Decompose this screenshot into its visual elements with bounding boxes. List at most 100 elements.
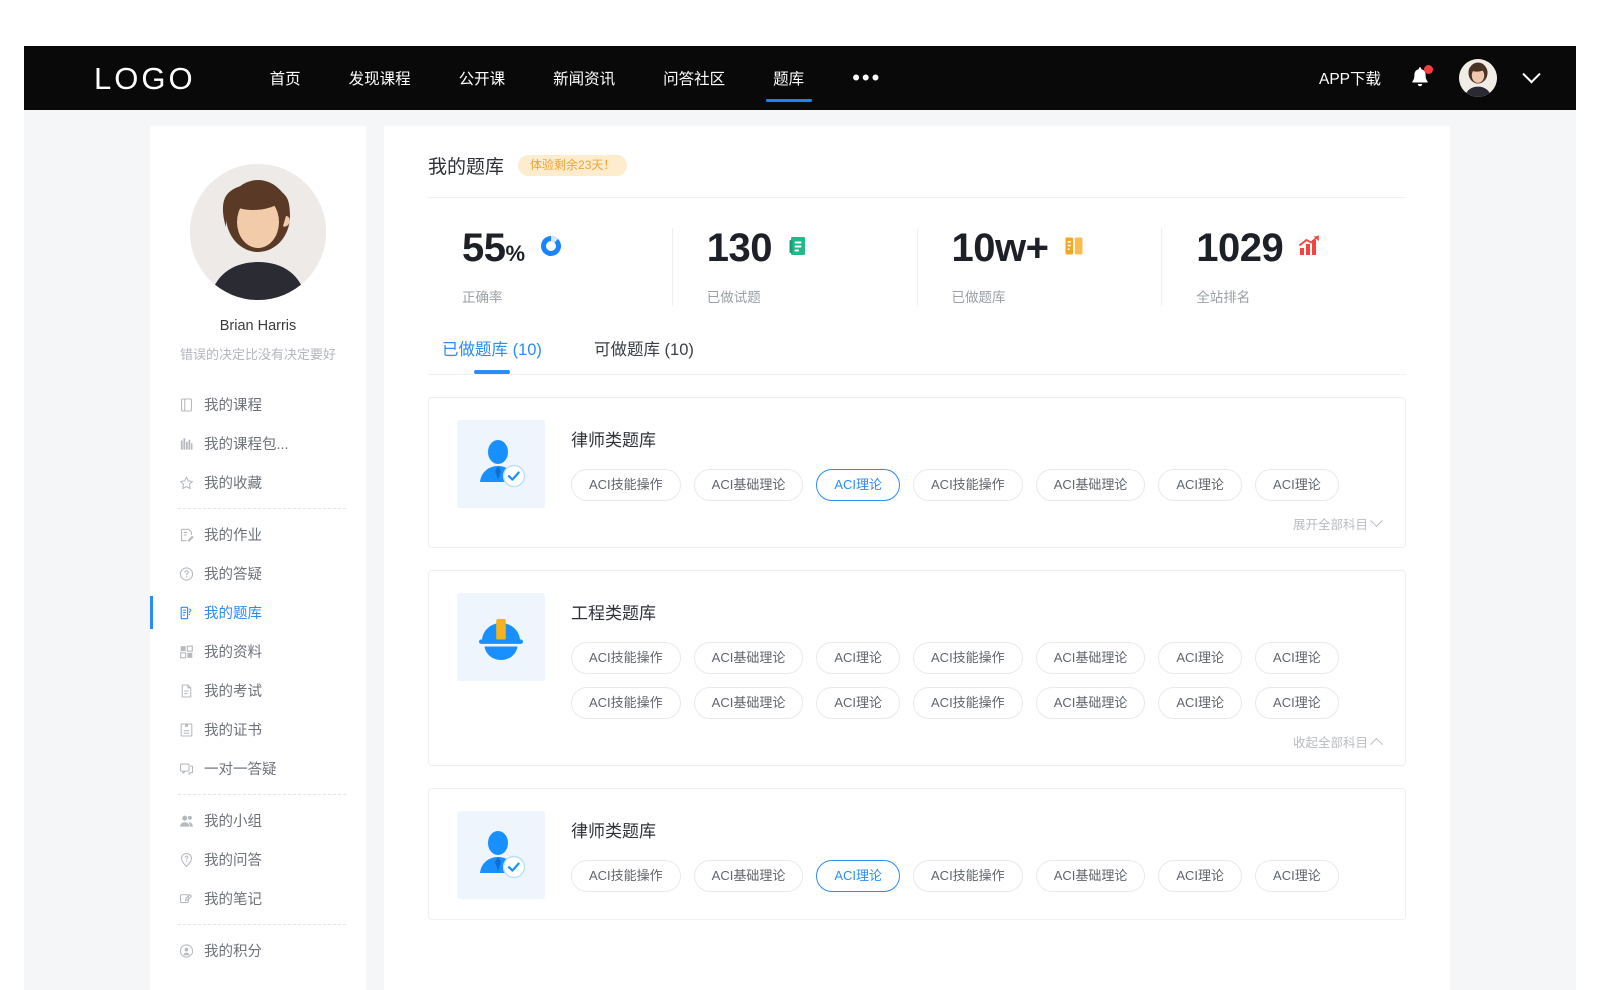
- tab-0[interactable]: 已做题库 (10): [442, 336, 542, 374]
- subject-tag[interactable]: ACI技能操作: [571, 860, 681, 892]
- question-circle-icon: [178, 565, 195, 582]
- subject-tag[interactable]: ACI理论: [1158, 687, 1242, 719]
- stat-value: 1029: [1196, 228, 1283, 268]
- nav-item-5[interactable]: 题库: [773, 46, 804, 110]
- card-body: 律师类题库ACI技能操作ACI基础理论ACI理论ACI技能操作ACI基础理论AC…: [571, 420, 1381, 533]
- question-bank-list: 律师类题库ACI技能操作ACI基础理论ACI理论ACI技能操作ACI基础理论AC…: [428, 397, 1406, 920]
- site-logo[interactable]: LOGO: [94, 63, 196, 94]
- subject-tag[interactable]: ACI理论: [816, 687, 900, 719]
- subject-tag[interactable]: ACI技能操作: [571, 687, 681, 719]
- notification-bell-icon[interactable]: [1409, 66, 1431, 90]
- sidebar-item-7[interactable]: 我的考试: [150, 671, 366, 710]
- nav-item-4[interactable]: 问答社区: [663, 46, 725, 110]
- toggle-subjects-link[interactable]: 展开全部科目: [1293, 514, 1381, 533]
- stat-suffix: %: [506, 241, 525, 266]
- sidebar-item-1[interactable]: 我的课程包...: [150, 424, 366, 463]
- subject-tag[interactable]: ACI理论: [1255, 642, 1339, 674]
- certificate-icon: [178, 721, 195, 738]
- sidebar-divider: [178, 794, 346, 795]
- nav-item-2[interactable]: 公开课: [459, 46, 506, 110]
- stat-value-row: 130: [707, 228, 917, 268]
- sidebar-item-13[interactable]: 我的积分: [150, 931, 366, 970]
- sidebar-item-label: 我的题库: [204, 602, 262, 623]
- subject-tag-row: ACI技能操作 ACI基础理论 ACI理论 ACI技能操作 ACI基础理论 ACI理论 AC…: [571, 687, 1381, 719]
- subject-tag[interactable]: ACI基础理论: [694, 687, 804, 719]
- group-icon: [178, 812, 195, 829]
- lawyer-avatar-icon: [457, 811, 545, 899]
- sidebar-item-label: 我的作业: [204, 524, 262, 545]
- files-icon: [178, 643, 195, 660]
- toggle-subjects-link[interactable]: 收起全部科目: [1293, 732, 1381, 751]
- subject-tag[interactable]: ACI技能操作: [913, 860, 1023, 892]
- sidebar-item-3[interactable]: 我的作业: [150, 515, 366, 554]
- subject-tag[interactable]: ACI理论: [1255, 860, 1339, 892]
- nav-more-button[interactable]: •••: [852, 46, 881, 110]
- subject-tag[interactable]: ACI理论: [816, 642, 900, 674]
- subject-tag[interactable]: ACI基础理论: [694, 642, 804, 674]
- subject-tag[interactable]: ACI基础理论: [1036, 642, 1146, 674]
- stat-card-2: 10w+已做题库: [917, 228, 1162, 306]
- subject-tag[interactable]: ACI基础理论: [694, 469, 804, 501]
- nav-item-1[interactable]: 发现课程: [349, 46, 411, 110]
- lawyer-avatar-icon: [457, 420, 545, 508]
- exam-paper-icon: [178, 682, 195, 699]
- sidebar-item-2[interactable]: 我的收藏: [150, 463, 366, 502]
- app-download-link[interactable]: APP下载: [1319, 67, 1381, 89]
- subject-tag[interactable]: ACI基础理论: [1036, 687, 1146, 719]
- stat-value-row: 55%: [462, 228, 672, 268]
- sidebar-menu: 我的课程我的课程包...我的收藏我的作业我的答疑我的题库我的资料我的考试我的证书…: [150, 385, 366, 970]
- sidebar: Brian Harris 错误的决定比没有决定要好 我的课程我的课程包...我的…: [150, 126, 366, 990]
- primary-nav: 首页发现课程 公开课新闻资讯问答社区题库: [270, 46, 853, 110]
- page-body: Brian Harris 错误的决定比没有决定要好 我的课程我的课程包...我的…: [24, 110, 1576, 990]
- sidebar-item-8[interactable]: 我的证书: [150, 710, 366, 749]
- subject-tag[interactable]: ACI基础理论: [1036, 860, 1146, 892]
- tab-1[interactable]: 可做题库 (10): [594, 336, 694, 374]
- sidebar-item-0[interactable]: 我的课程: [150, 385, 366, 424]
- question-bank-card[interactable]: 律师类题库ACI技能操作ACI基础理论ACI理论ACI技能操作ACI基础理论AC…: [428, 397, 1406, 548]
- subject-tag[interactable]: ACI理论: [1158, 469, 1242, 501]
- book-icon: [178, 396, 195, 413]
- subject-tag[interactable]: ACI理论: [816, 860, 900, 892]
- hardhat-helmet-icon: [457, 593, 545, 681]
- sidebar-item-9[interactable]: 一对一答疑: [150, 749, 366, 788]
- nav-right-group: APP下载: [1319, 59, 1538, 97]
- nav-item-0[interactable]: 首页: [270, 46, 301, 110]
- sidebar-item-6[interactable]: 我的资料: [150, 632, 366, 671]
- subject-tag[interactable]: ACI技能操作: [913, 469, 1023, 501]
- subject-tag[interactable]: ACI技能操作: [913, 687, 1023, 719]
- nav-item-3[interactable]: 新闻资讯: [553, 46, 615, 110]
- subject-tag[interactable]: ACI技能操作: [571, 642, 681, 674]
- profile-motto: 错误的决定比没有决定要好: [164, 344, 352, 363]
- sidebar-divider: [178, 508, 346, 509]
- sidebar-item-11[interactable]: 我的问答: [150, 840, 366, 879]
- profile-avatar[interactable]: [190, 164, 326, 300]
- sidebar-item-label: 我的小组: [204, 810, 262, 831]
- subject-tag[interactable]: ACI理论: [816, 469, 900, 501]
- chevron-up-icon: [1370, 738, 1383, 751]
- sidebar-item-4[interactable]: 我的答疑: [150, 554, 366, 593]
- user-avatar[interactable]: [1459, 59, 1497, 97]
- note-edit-icon: [178, 890, 195, 907]
- sidebar-item-label: 我的证书: [204, 719, 262, 740]
- sidebar-item-10[interactable]: 我的小组: [150, 801, 366, 840]
- subject-tag[interactable]: ACI理论: [1158, 642, 1242, 674]
- question-bank-card[interactable]: 律师类题库ACI技能操作ACI基础理论ACI理论ACI技能操作ACI基础理论AC…: [428, 788, 1406, 920]
- sidebar-item-12[interactable]: 我的笔记: [150, 879, 366, 918]
- subject-tag[interactable]: ACI理论: [1158, 860, 1242, 892]
- subject-tag[interactable]: ACI技能操作: [913, 642, 1023, 674]
- subject-tag[interactable]: ACI技能操作: [571, 469, 681, 501]
- bookshelf-icon: [178, 435, 195, 452]
- subject-tag[interactable]: ACI理论: [1255, 687, 1339, 719]
- subject-tag[interactable]: ACI基础理论: [694, 860, 804, 892]
- chevron-down-icon[interactable]: [1522, 65, 1540, 83]
- orange-book-icon: [1062, 234, 1086, 258]
- green-note-icon: [786, 234, 810, 258]
- card-body: 律师类题库ACI技能操作ACI基础理论ACI理论ACI技能操作ACI基础理论AC…: [571, 811, 1381, 905]
- stat-number: 55: [462, 226, 506, 270]
- subject-tag[interactable]: ACI理论: [1255, 469, 1339, 501]
- question-bank-card[interactable]: 工程类题库ACI技能操作ACI基础理论ACI理论ACI技能操作ACI基础理论AC…: [428, 570, 1406, 766]
- subject-tag[interactable]: ACI基础理论: [1036, 469, 1146, 501]
- stat-value: 130: [707, 228, 772, 268]
- sidebar-item-5[interactable]: 我的题库: [150, 593, 366, 632]
- tabs-divider: [428, 374, 1406, 375]
